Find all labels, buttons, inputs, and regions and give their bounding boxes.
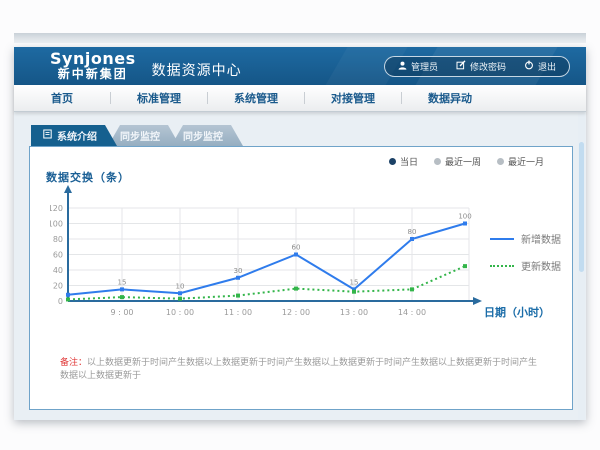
- user-item-label: 修改密码: [470, 60, 506, 73]
- svg-text:12 : 00: 12 : 00: [282, 308, 310, 317]
- user-icon: [398, 61, 407, 73]
- range-option-last-month[interactable]: 最近一月: [497, 155, 544, 168]
- svg-text:10: 10: [176, 282, 185, 290]
- footnote-text: 以上数据更新于时间产生数据以上数据更新于时间产生数据以上数据更新于时间产生数据以…: [60, 358, 537, 381]
- range-option-label: 当日: [400, 155, 418, 168]
- admin-user-button[interactable]: 管理员: [389, 60, 447, 73]
- svg-text:15: 15: [350, 278, 359, 286]
- svg-text:9 : 00: 9 : 00: [110, 308, 133, 317]
- svg-text:100: 100: [50, 220, 63, 229]
- tab-bar: 系统介绍 同步监控 同步监控: [31, 125, 243, 146]
- logout-button[interactable]: 退出: [515, 60, 565, 73]
- svg-text:40: 40: [53, 266, 63, 275]
- user-toolbar: 管理员 修改密码 退出: [384, 56, 570, 77]
- legend-label: 新增数据: [521, 231, 561, 246]
- tab-label: 同步监控: [120, 128, 160, 143]
- app-header: Synjones 新中新集团 数据资源中心 管理员 修改密码 退出: [14, 47, 586, 85]
- time-range-group: 当日 最近一周 最近一月: [389, 155, 544, 168]
- footnote-label: 备注：: [60, 358, 87, 368]
- app-window: Synjones 新中新集团 数据资源中心 管理员修改密码退出 首页标准管理系统…: [14, 47, 586, 420]
- range-option-today[interactable]: 当日: [389, 155, 418, 168]
- svg-text:30: 30: [234, 267, 243, 275]
- logo-brand-text: Synjones: [50, 50, 136, 68]
- nav-item-home[interactable]: 首页: [14, 90, 110, 106]
- chart-panel: 当日 最近一周 最近一月 数据交换（条） 0 20 40 60 80 100 120 9 : 00…: [29, 146, 573, 410]
- svg-text:80: 80: [53, 235, 63, 244]
- range-option-last-week[interactable]: 最近一周: [434, 155, 481, 168]
- svg-text:60: 60: [292, 244, 301, 252]
- tab-system-intro[interactable]: 系统介绍: [31, 125, 117, 146]
- user-item-label: 管理员: [411, 60, 438, 73]
- legend-line-swatch: [490, 238, 514, 240]
- svg-text:100: 100: [458, 213, 471, 221]
- svg-text:10 : 00: 10 : 00: [166, 308, 194, 317]
- radio-dot-icon: [389, 158, 396, 165]
- nav-item-integration-mgmt[interactable]: 对接管理: [305, 90, 401, 106]
- nav-item-data-change[interactable]: 数据异动: [402, 90, 498, 106]
- svg-text:120: 120: [50, 204, 63, 213]
- tab-label: 系统介绍: [57, 128, 97, 143]
- content-area: 系统介绍 同步监控 同步监控 当日 最近一周 最近一月 数据交换（条） 0 20 40 60 8…: [14, 112, 586, 420]
- scrollbar-thumb[interactable]: [579, 142, 584, 272]
- company-logo: Synjones 新中新集团: [50, 50, 136, 82]
- legend-item-new-data[interactable]: 新增数据: [490, 231, 561, 246]
- svg-text:日期（小时）: 日期（小时）: [484, 305, 550, 319]
- svg-text:15: 15: [118, 278, 127, 286]
- svg-text:60: 60: [53, 251, 63, 260]
- footnote: 备注：以上数据更新于时间产生数据以上数据更新于时间产生数据以上数据更新于时间产生…: [60, 357, 546, 382]
- tab-sync-monitor-2[interactable]: 同步监控: [171, 125, 243, 146]
- chart-y-axis-title: 数据交换（条）: [46, 169, 130, 185]
- svg-text:13 : 00: 13 : 00: [340, 308, 368, 317]
- tab-label: 同步监控: [183, 128, 223, 143]
- series-legend: 新增数据更新数据: [490, 231, 561, 273]
- user-item-label: 退出: [538, 60, 556, 73]
- window-top-strip: [14, 33, 586, 43]
- legend-item-update-data[interactable]: 更新数据: [490, 258, 561, 273]
- page-title: 数据资源中心: [152, 60, 242, 80]
- svg-text:14 : 00: 14 : 00: [398, 308, 426, 317]
- line-chart: 0 20 40 60 80 100 120 9 : 00 10 : 00 11 : 00 12 : …: [50, 185, 550, 325]
- radio-dot-icon: [434, 158, 441, 165]
- vertical-scrollbar[interactable]: [578, 112, 585, 420]
- radio-dot-icon: [497, 158, 504, 165]
- svg-text:20: 20: [53, 282, 63, 291]
- document-icon: [43, 129, 52, 142]
- legend-line-swatch: [490, 265, 514, 267]
- edit-icon: [456, 60, 466, 73]
- tab-sync-monitor-1[interactable]: 同步监控: [108, 125, 180, 146]
- svg-text:80: 80: [408, 228, 417, 236]
- power-icon: [524, 60, 534, 73]
- svg-text:0: 0: [58, 297, 63, 306]
- legend-label: 更新数据: [521, 258, 561, 273]
- nav-item-standard-mgmt[interactable]: 标准管理: [111, 90, 207, 106]
- logo-company-name: 新中新集团: [50, 68, 136, 82]
- main-nav: 首页标准管理系统管理对接管理数据异动: [14, 85, 586, 112]
- svg-text:11 : 00: 11 : 00: [224, 308, 252, 317]
- range-option-label: 最近一月: [508, 155, 544, 168]
- change-password-button[interactable]: 修改密码: [447, 60, 515, 73]
- nav-item-system-mgmt[interactable]: 系统管理: [208, 90, 304, 106]
- range-option-label: 最近一周: [445, 155, 481, 168]
